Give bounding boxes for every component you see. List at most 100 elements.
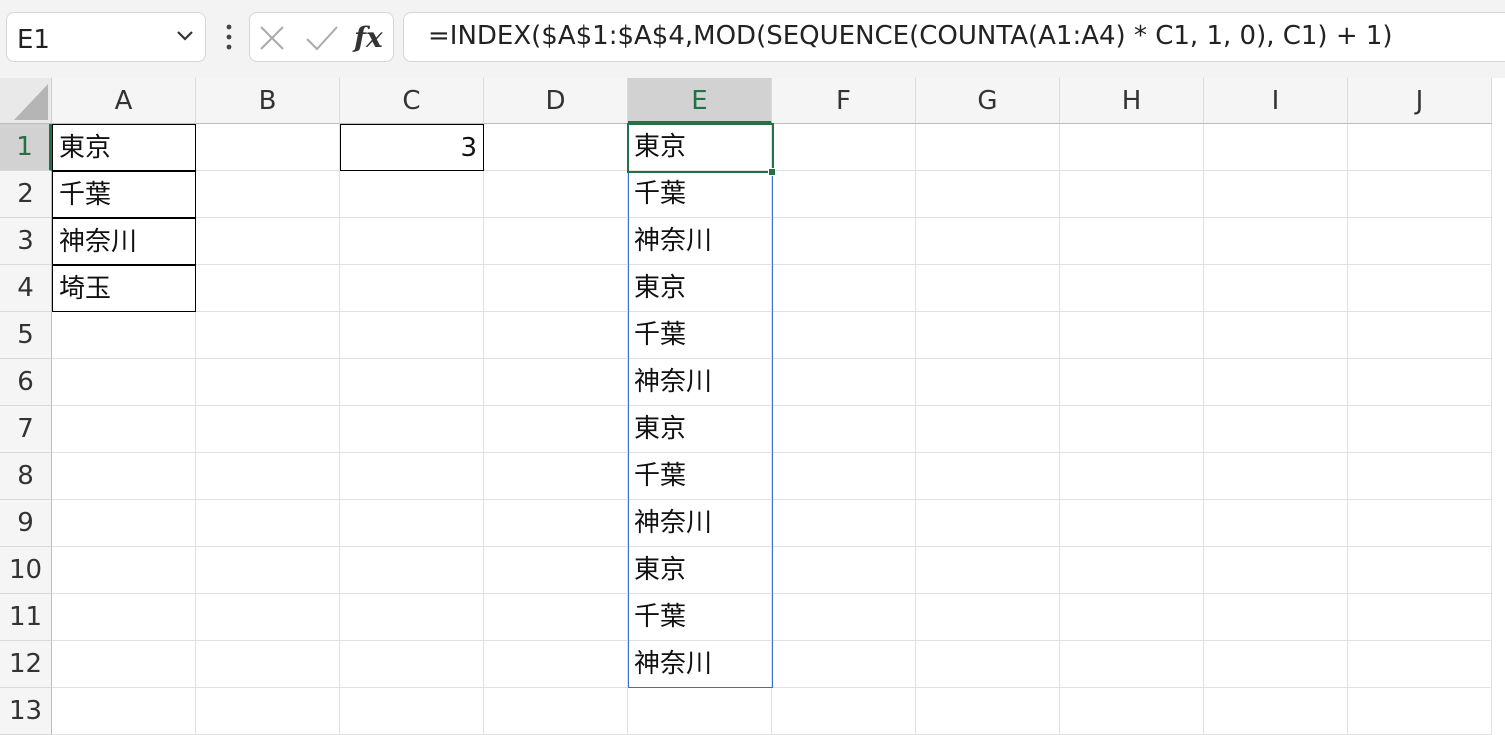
cell-c5[interactable] <box>340 312 484 359</box>
cell-i4[interactable] <box>1204 265 1348 312</box>
cell-e4[interactable]: 東京 <box>628 265 772 312</box>
column-header-i[interactable]: I <box>1204 78 1348 124</box>
cell-h3[interactable] <box>1060 218 1204 265</box>
column-header-e[interactable]: E <box>628 78 772 124</box>
cell-j13[interactable] <box>1348 688 1492 735</box>
cell-i10[interactable] <box>1204 547 1348 594</box>
cell-f4[interactable] <box>772 265 916 312</box>
cell-j5[interactable] <box>1348 312 1492 359</box>
cell-h10[interactable] <box>1060 547 1204 594</box>
cell-c11[interactable] <box>340 594 484 641</box>
cell-j9[interactable] <box>1348 500 1492 547</box>
cell-g2[interactable] <box>916 171 1060 218</box>
cell-f5[interactable] <box>772 312 916 359</box>
cell-i6[interactable] <box>1204 359 1348 406</box>
column-header-a[interactable]: A <box>52 78 196 124</box>
cell-c2[interactable] <box>340 171 484 218</box>
cell-b9[interactable] <box>196 500 340 547</box>
cell-c8[interactable] <box>340 453 484 500</box>
cell-i8[interactable] <box>1204 453 1348 500</box>
cell-c1[interactable]: 3 <box>340 124 484 171</box>
cell-c12[interactable] <box>340 641 484 688</box>
cell-f3[interactable] <box>772 218 916 265</box>
cell-i7[interactable] <box>1204 406 1348 453</box>
cell-i5[interactable] <box>1204 312 1348 359</box>
cell-d3[interactable] <box>484 218 628 265</box>
column-header-j[interactable]: J <box>1348 78 1492 124</box>
cell-f12[interactable] <box>772 641 916 688</box>
column-header-d[interactable]: D <box>484 78 628 124</box>
cell-j4[interactable] <box>1348 265 1492 312</box>
cell-i3[interactable] <box>1204 218 1348 265</box>
cell-a8[interactable] <box>52 453 196 500</box>
cell-d13[interactable] <box>484 688 628 735</box>
cell-g1[interactable] <box>916 124 1060 171</box>
cell-h9[interactable] <box>1060 500 1204 547</box>
cell-c7[interactable] <box>340 406 484 453</box>
cell-g7[interactable] <box>916 406 1060 453</box>
cell-e12[interactable]: 神奈川 <box>628 641 772 688</box>
cell-b3[interactable] <box>196 218 340 265</box>
cell-h2[interactable] <box>1060 171 1204 218</box>
cell-g9[interactable] <box>916 500 1060 547</box>
cell-a7[interactable] <box>52 406 196 453</box>
cell-h5[interactable] <box>1060 312 1204 359</box>
row-header-8[interactable]: 8 <box>0 453 52 500</box>
cell-g3[interactable] <box>916 218 1060 265</box>
cell-g11[interactable] <box>916 594 1060 641</box>
cell-j1[interactable] <box>1348 124 1492 171</box>
cell-j6[interactable] <box>1348 359 1492 406</box>
cell-b5[interactable] <box>196 312 340 359</box>
cell-d4[interactable] <box>484 265 628 312</box>
cell-h13[interactable] <box>1060 688 1204 735</box>
cell-g10[interactable] <box>916 547 1060 594</box>
select-all-button[interactable] <box>0 78 52 124</box>
cell-h8[interactable] <box>1060 453 1204 500</box>
cell-g4[interactable] <box>916 265 1060 312</box>
cell-b12[interactable] <box>196 641 340 688</box>
row-header-3[interactable]: 3 <box>0 218 52 265</box>
row-header-6[interactable]: 6 <box>0 359 52 406</box>
cell-a10[interactable] <box>52 547 196 594</box>
row-header-12[interactable]: 12 <box>0 641 52 688</box>
row-header-4[interactable]: 4 <box>0 265 52 312</box>
cell-i11[interactable] <box>1204 594 1348 641</box>
cell-b6[interactable] <box>196 359 340 406</box>
cell-i2[interactable] <box>1204 171 1348 218</box>
cell-e2[interactable]: 千葉 <box>628 171 772 218</box>
fill-handle[interactable] <box>768 168 776 176</box>
cell-e5[interactable]: 千葉 <box>628 312 772 359</box>
cell-h1[interactable] <box>1060 124 1204 171</box>
cell-b13[interactable] <box>196 688 340 735</box>
cell-a4[interactable]: 埼玉 <box>52 265 196 312</box>
column-header-g[interactable]: G <box>916 78 1060 124</box>
row-header-5[interactable]: 5 <box>0 312 52 359</box>
cancel-icon[interactable] <box>258 24 286 52</box>
cell-h12[interactable] <box>1060 641 1204 688</box>
row-header-2[interactable]: 2 <box>0 171 52 218</box>
cell-e7[interactable]: 東京 <box>628 406 772 453</box>
cell-b1[interactable] <box>196 124 340 171</box>
cell-d10[interactable] <box>484 547 628 594</box>
cell-b4[interactable] <box>196 265 340 312</box>
cell-d2[interactable] <box>484 171 628 218</box>
cell-c13[interactable] <box>340 688 484 735</box>
cell-d5[interactable] <box>484 312 628 359</box>
cell-d7[interactable] <box>484 406 628 453</box>
cell-b11[interactable] <box>196 594 340 641</box>
cell-h7[interactable] <box>1060 406 1204 453</box>
cell-g6[interactable] <box>916 359 1060 406</box>
row-header-7[interactable]: 7 <box>0 406 52 453</box>
cell-a2[interactable]: 千葉 <box>52 171 196 218</box>
chevron-down-icon[interactable] <box>173 23 197 47</box>
cell-a9[interactable] <box>52 500 196 547</box>
cell-h4[interactable] <box>1060 265 1204 312</box>
cell-j12[interactable] <box>1348 641 1492 688</box>
cell-b8[interactable] <box>196 453 340 500</box>
cell-f9[interactable] <box>772 500 916 547</box>
cell-b10[interactable] <box>196 547 340 594</box>
cell-e11[interactable]: 千葉 <box>628 594 772 641</box>
cell-a13[interactable] <box>52 688 196 735</box>
row-header-11[interactable]: 11 <box>0 594 52 641</box>
cell-i1[interactable] <box>1204 124 1348 171</box>
